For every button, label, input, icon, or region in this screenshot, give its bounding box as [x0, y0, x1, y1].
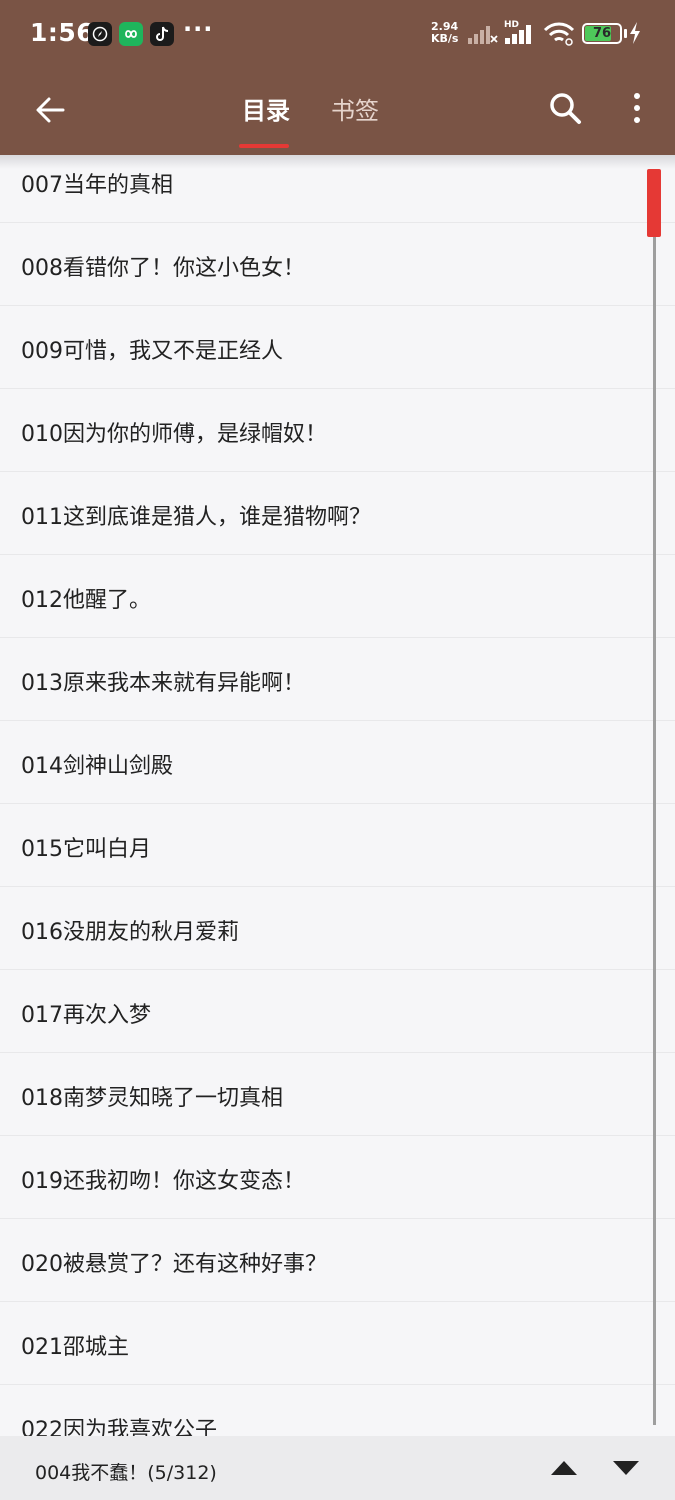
chapter-title: 008看错你了！你这小色女！: [21, 256, 305, 281]
chapter-title: 009可惜，我又不是正经人: [21, 339, 283, 364]
search-button[interactable]: [545, 88, 585, 128]
signal-icon: [468, 24, 498, 48]
chapter-item[interactable]: 022因为我喜欢公子: [0, 1385, 675, 1436]
chapter-title: 010因为你的师傅，是绿帽奴！: [21, 422, 327, 447]
chapter-item[interactable]: 020被悬赏了？还有这种好事？: [0, 1219, 675, 1302]
chapter-title: 016没朋友的秋月爱莉: [21, 920, 239, 945]
network-speed: 2.94 KB/s: [431, 21, 458, 45]
chapter-title: 018南梦灵知晓了一切真相: [21, 1086, 283, 1111]
chapter-item[interactable]: 018南梦灵知晓了一切真相: [0, 1053, 675, 1136]
chapter-title: 019还我初吻！你这女变态！: [21, 1169, 305, 1194]
back-button[interactable]: [30, 90, 70, 130]
network-speed-unit: KB/s: [431, 32, 459, 45]
chapter-title: 021邵城主: [21, 1335, 129, 1360]
compass-app-icon: [88, 22, 112, 46]
more-vertical-icon: [634, 93, 640, 99]
chapter-item[interactable]: 008看错你了！你这小色女！: [0, 223, 675, 306]
chapter-item[interactable]: 015它叫白月: [0, 804, 675, 887]
scroll-down-button[interactable]: [609, 1456, 643, 1480]
scrollbar-thumb[interactable]: [647, 169, 661, 237]
triangle-down-icon: [613, 1461, 639, 1475]
signal-icon: [505, 24, 535, 48]
tab-toc[interactable]: 目录: [242, 91, 290, 126]
bottom-bar: 004我不蠢！(5/312): [0, 1436, 675, 1500]
search-icon: [550, 93, 581, 124]
status-time: 1:56: [30, 18, 95, 47]
chapter-item[interactable]: 017再次入梦: [0, 970, 675, 1053]
chapter-title: 013原来我本来就有异能啊！: [21, 671, 305, 696]
chapter-item[interactable]: 012他醒了。: [0, 555, 675, 638]
chapter-item[interactable]: 016没朋友的秋月爱莉: [0, 887, 675, 970]
more-options-button[interactable]: [622, 88, 652, 128]
battery-level: 76: [592, 26, 612, 41]
scroll-up-button[interactable]: [547, 1456, 581, 1480]
scrollbar-track[interactable]: [653, 169, 656, 1425]
tiktok-app-icon: [150, 22, 174, 46]
tab-bookmarks[interactable]: 书签: [331, 91, 379, 126]
app-header: 1:56 ··· 2.94 KB/s HD 76 目录 书签: [0, 0, 675, 155]
chapter-title: 011这到底谁是猎人，谁是猎物啊？: [21, 505, 371, 530]
chapter-item[interactable]: 019还我初吻！你这女变态！: [0, 1136, 675, 1219]
current-chapter-label[interactable]: 004我不蠢！(5/312): [35, 1458, 217, 1485]
triangle-up-icon: [551, 1461, 577, 1475]
toolbar-shadow: [0, 155, 675, 169]
chapter-title: 012他醒了。: [21, 588, 151, 613]
chapter-title: 015它叫白月: [21, 837, 151, 862]
chapter-item[interactable]: 007当年的真相: [0, 140, 675, 223]
more-notifications-icon: ···: [183, 15, 214, 43]
chapter-title: 020被悬赏了？还有这种好事？: [21, 1252, 327, 1277]
charging-icon: [629, 22, 641, 48]
chapter-list[interactable]: 007当年的真相 008看错你了！你这小色女！ 009可惜，我又不是正经人 01…: [0, 140, 675, 1436]
chapter-item[interactable]: 021邵城主: [0, 1302, 675, 1385]
chapter-item[interactable]: 010因为你的师傅，是绿帽奴！: [0, 389, 675, 472]
chapter-item[interactable]: 011这到底谁是猎人，谁是猎物啊？: [0, 472, 675, 555]
wifi-icon: [543, 22, 575, 50]
chapter-item[interactable]: 014剑神山剑殿: [0, 721, 675, 804]
chapter-title: 017再次入梦: [21, 1003, 151, 1028]
battery-tip: [624, 29, 627, 38]
chapter-title: 014剑神山剑殿: [21, 754, 173, 779]
chapter-title: 022因为我喜欢公子: [21, 1418, 217, 1436]
chapter-title: 007当年的真相: [21, 173, 173, 198]
status-bar: 1:56 ··· 2.94 KB/s HD 76: [0, 0, 675, 68]
back-arrow-icon: [36, 97, 65, 123]
infinity-app-icon: [119, 22, 143, 46]
chapter-item[interactable]: 013原来我本来就有异能啊！: [0, 638, 675, 721]
chapter-item[interactable]: 009可惜，我又不是正经人: [0, 306, 675, 389]
battery-icon: 76: [582, 23, 622, 44]
